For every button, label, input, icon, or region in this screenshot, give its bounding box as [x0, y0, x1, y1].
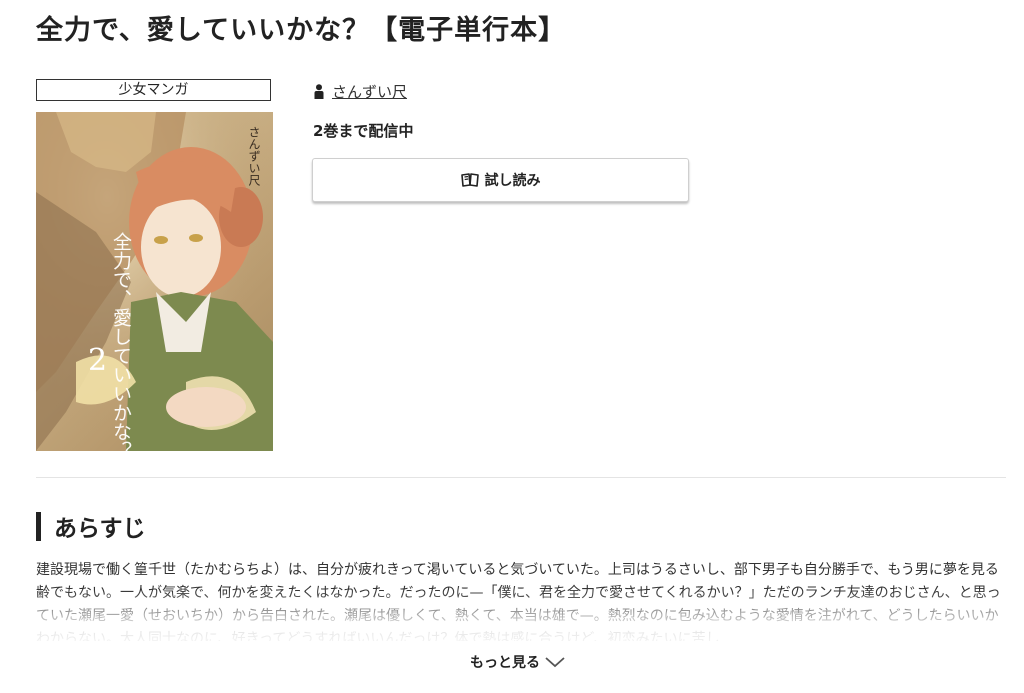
author-row: さんずい尺: [314, 80, 407, 102]
show-more-button[interactable]: もっと見る: [470, 651, 566, 673]
synopsis-heading-text: あらすじ: [54, 516, 146, 542]
cover-author-text: さんずい尺: [247, 126, 261, 187]
section-divider: [36, 477, 1006, 478]
heading-accent-bar: [36, 511, 41, 541]
synopsis-heading: あらすじ: [36, 511, 146, 542]
genre-tag[interactable]: 少女マンガ: [36, 79, 271, 101]
manga-cover-image: 全力で、愛していいかな？ さんずい尺 2: [36, 112, 273, 451]
open-book-icon: [460, 173, 479, 187]
release-status: 2巻まで配信中: [313, 122, 414, 140]
trial-read-label: 試し読み: [484, 173, 541, 189]
person-icon: [314, 83, 324, 99]
show-more-label: もっと見る: [470, 655, 540, 671]
chevron-down-icon: [545, 657, 565, 668]
cover-volume-number: 2: [88, 343, 107, 378]
author-link[interactable]: さんずい尺: [332, 81, 407, 102]
page-title: 全力で、愛していいかな？【電子単行本】: [36, 15, 567, 46]
synopsis-fade-overlay: [0, 590, 1024, 693]
book-cover[interactable]: 全力で、愛していいかな？ さんずい尺 2: [36, 112, 273, 451]
cover-title-col-1: 全力で、愛していいかな？: [110, 232, 132, 451]
trial-read-button[interactable]: 試し読み: [312, 158, 689, 202]
